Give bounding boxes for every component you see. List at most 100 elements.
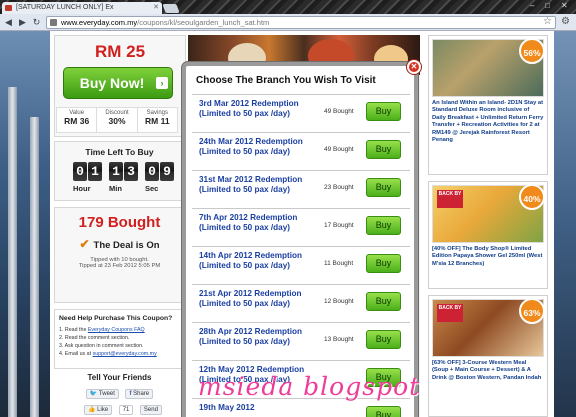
buy-button[interactable]: Buy	[366, 178, 401, 197]
tower-left	[8, 87, 17, 417]
deal-title: [40% OFF] The Body Shop® Limited Edition…	[432, 246, 543, 267]
sec-tens: 0	[145, 162, 159, 181]
tab-title: [SATURDAY LUNCH ONLY] Ex	[16, 4, 114, 11]
countdown-digits: 01 13 09	[73, 162, 175, 181]
deal-on-text: The Deal is On	[93, 240, 160, 251]
help-step: 1. Read the Everyday Coupons FAQ	[59, 326, 180, 334]
step-text: 4. Email us at	[59, 351, 93, 357]
deal-thumbnail: BACK BY 63%	[432, 298, 545, 357]
sec-label: Sec	[145, 184, 159, 193]
min-tens: 1	[109, 162, 123, 181]
deal-status: ✔ The Deal is On	[55, 237, 184, 251]
bought-count: 13 Bought	[324, 336, 354, 343]
discount-badge: 56%	[519, 38, 545, 64]
redemption-item: 14th Apr 2012 Redemption (Limited to 50 …	[192, 247, 410, 285]
deal-price: RM 25	[94, 42, 146, 61]
redemption-date-label[interactable]: 21st Apr 2012 Redemption (Limited to 50 …	[199, 289, 315, 309]
hour-ones: 1	[88, 162, 102, 181]
bought-count: 49 Bought	[324, 146, 354, 153]
share-heading: Tell Your Friends	[87, 373, 152, 382]
buy-button[interactable]: Buy	[366, 216, 401, 235]
support-email-link[interactable]: support@everyday.com.my	[93, 351, 157, 357]
url-input[interactable]: www.everyday.com.my/coupons/kl/seoulgard…	[46, 16, 556, 29]
min-label: Min	[109, 184, 122, 193]
share-label: Share	[133, 391, 150, 397]
related-deal-card[interactable]: BACK BY 40% [40% OFF] The Body Shop® Lim…	[428, 181, 548, 289]
bought-count: 23 Bought	[324, 184, 354, 191]
redemption-item: 24th Mar 2012 Redemption (Limited to 50 …	[192, 133, 410, 171]
tab-strip: [SATURDAY LUNCH ONLY] Ex ✕ – □ ✕	[0, 0, 576, 14]
discount-amount: 30%	[108, 116, 126, 126]
deal-stats: Value RM 36 Discount 30% Savings RM 11	[56, 107, 178, 133]
back-by-demand-logo: BACK BY	[437, 190, 463, 208]
redemption-item: 28th Apr 2012 Redemption (Limited to 50 …	[192, 323, 410, 361]
redemption-item: 31st Mar 2012 Redemption (Limited to 50 …	[192, 171, 410, 209]
discount-badge: 40%	[519, 184, 545, 210]
bought-count: 11 Bought	[324, 260, 354, 267]
bought-count: 12 Bought	[324, 298, 354, 305]
like-button[interactable]: 👍 Like	[84, 405, 113, 415]
arrow-right-icon: ›	[156, 77, 168, 89]
related-deal-card[interactable]: BACK BY 63% [63% OFF] 3-Course Western M…	[428, 295, 548, 417]
maximize-icon[interactable]: □	[545, 1, 550, 10]
deal-thumbnail: 56%	[432, 38, 545, 97]
redemption-date-label[interactable]: 31st Mar 2012 Redemption (Limited to 50 …	[199, 175, 315, 195]
buy-button[interactable]: Buy	[366, 102, 401, 121]
close-modal-button[interactable]: ✕	[407, 60, 421, 74]
sec-ones: 9	[160, 162, 174, 181]
help-heading: Need Help Purchase This Coupon?	[59, 315, 173, 322]
tweet-button[interactable]: 🐦 Tweet	[85, 389, 119, 399]
help-box: Need Help Purchase This Coupon? 1. Read …	[54, 309, 185, 369]
discount-badge: 63%	[519, 298, 545, 324]
close-tab-icon[interactable]: ✕	[153, 2, 159, 14]
back-by-demand-logo: BACK BY	[437, 304, 463, 322]
buy-button[interactable]: Buy	[366, 406, 401, 417]
facebook-share-button[interactable]: f Share	[125, 389, 154, 399]
redemption-date-label[interactable]: 28th Apr 2012 Redemption (Limited to 50 …	[199, 327, 315, 347]
bought-box: 179 Bought ✔ The Deal is On Tipped with 1…	[54, 207, 185, 303]
buy-button[interactable]: Buy	[366, 140, 401, 159]
wrench-icon[interactable]: ⚙	[561, 16, 570, 27]
url-path: /coupons/kl/seoulgarden_lunch_sat.htm	[137, 18, 270, 27]
send-label: Send	[143, 407, 158, 413]
share-box: Tell Your Friends 🐦 Tweet f Share 👍 Like…	[54, 373, 185, 417]
send-button[interactable]: Send	[139, 405, 162, 415]
faq-link[interactable]: Everyday Coupons FAQ	[88, 327, 145, 333]
redemption-date-label[interactable]: 19th May 2012	[199, 403, 315, 413]
savings-amount: RM 11	[145, 116, 170, 126]
tipped-at: Tipped at 23 Feb 2012 5:05 PM	[78, 263, 161, 269]
buy-button[interactable]: Buy	[366, 330, 401, 349]
redemption-date-label[interactable]: 3rd Mar 2012 Redemption (Limited to 50 p…	[199, 99, 315, 119]
back-icon[interactable]: ◀	[3, 17, 14, 28]
reload-icon[interactable]: ↻	[31, 17, 42, 28]
minimize-icon[interactable]: –	[530, 1, 534, 10]
redemption-date-label[interactable]: 14th Apr 2012 Redemption (Limited to 50 …	[199, 251, 315, 271]
forward-icon[interactable]: ▶	[17, 17, 28, 28]
time-left-label: Time Left To Buy	[85, 147, 154, 157]
buy-now-label: Buy Now!	[79, 75, 145, 91]
background-right	[554, 31, 576, 417]
watermark-text: msieda blogspot	[198, 372, 421, 401]
bookmark-star-icon[interactable]: ☆	[543, 16, 552, 27]
like-count: 71	[118, 405, 134, 415]
close-window-icon[interactable]: ✕	[561, 1, 568, 10]
buy-button[interactable]: Buy	[366, 292, 401, 311]
browser-tab[interactable]: [SATURDAY LUNCH ONLY] Ex ✕	[2, 2, 162, 14]
thumbs-up-icon: 👍	[88, 407, 96, 413]
branch-select-modal: Choose The Branch You Wish To Visit 3rd …	[182, 62, 418, 417]
tweet-label: Tweet	[98, 391, 115, 397]
bought-count: 49 Bought	[324, 108, 354, 115]
countdown-box: Time Left To Buy 01 13 09 Hour Min Sec	[54, 141, 185, 201]
background-skyline	[0, 31, 50, 417]
buy-button[interactable]: Buy	[366, 254, 401, 273]
url-host: www.everyday.com.my	[61, 18, 138, 27]
deal-title: [63% OFF] 3-Course Western Meal (Soup + …	[432, 360, 542, 381]
redemption-date-label[interactable]: 24th Mar 2012 Redemption (Limited to 50 …	[199, 137, 315, 157]
buy-now-button[interactable]: Buy Now! ›	[63, 67, 173, 99]
deal-title: An Island Within an Island- 2D1N Stay at…	[432, 100, 544, 144]
bought-count: 179 Bought	[78, 214, 161, 231]
new-tab-button[interactable]	[162, 4, 180, 13]
redemption-date-label[interactable]: 7th Apr 2012 Redemption (Limited to 50 p…	[199, 213, 315, 233]
related-deal-card[interactable]: 56% An Island Within an Island- 2D1N Sta…	[428, 35, 548, 175]
value-amount: RM 36	[64, 116, 90, 126]
